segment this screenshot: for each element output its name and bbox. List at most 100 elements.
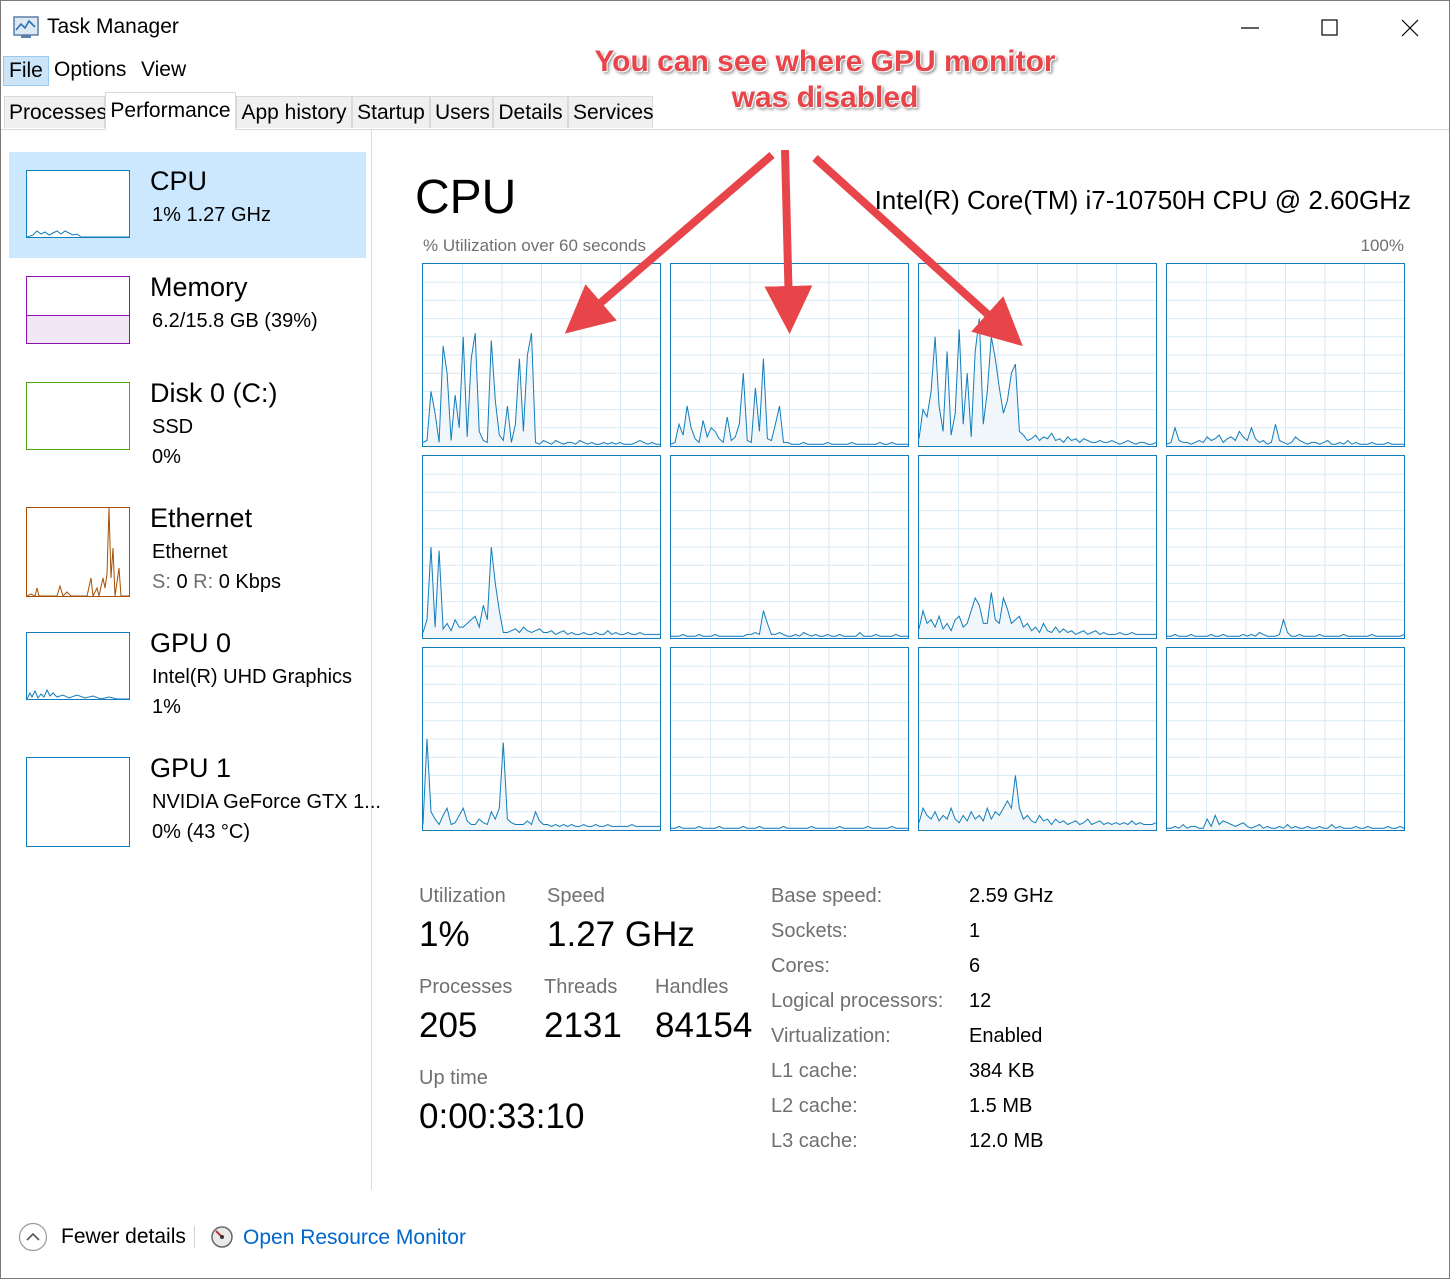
- spec-label: L3 cache:: [771, 1130, 858, 1152]
- annotation-line-2: was disabled: [731, 81, 919, 114]
- open-resource-monitor-link[interactable]: Open Resource Monitor: [243, 1226, 466, 1250]
- sidebar-item-disk[interactable]: Disk 0 (C:) SSD 0%: [9, 364, 366, 470]
- send-value: 0: [176, 571, 188, 593]
- maximize-icon: [1321, 19, 1338, 36]
- spec-label: Logical processors:: [771, 990, 944, 1012]
- tab-app-history[interactable]: App history: [236, 96, 352, 128]
- processes-value: 205: [419, 1006, 478, 1045]
- sidebar-item-ethernet[interactable]: Ethernet Ethernet S: 0 R: 0 Kbps: [9, 489, 366, 597]
- resource-sidebar: CPU 1% 1.27 GHz Memory 6.2/15.8 GB (39%)…: [1, 130, 381, 1190]
- sidebar-cpu-value: 1% 1.27 GHz: [152, 204, 271, 226]
- send-label: S:: [152, 571, 171, 593]
- handles-value: 84154: [655, 1006, 753, 1045]
- logical-processor-graph: [918, 455, 1157, 639]
- uptime-value: 0:00:33:10: [419, 1097, 585, 1136]
- tab-users[interactable]: Users: [430, 96, 493, 128]
- spec-value: 1: [969, 920, 981, 942]
- spec-label: L1 cache:: [771, 1060, 858, 1082]
- cpu-usage-line-chart: [1167, 648, 1404, 830]
- annotation-line-1: You can see where GPU monitor: [594, 45, 1056, 78]
- cpu-usage-line-chart: [671, 648, 908, 830]
- sidebar-ethernet-name: Ethernet: [152, 541, 228, 563]
- receive-value: 0 Kbps: [218, 571, 281, 593]
- logical-processor-graph: [422, 455, 661, 639]
- sidebar-gpu0-name: Intel(R) UHD Graphics: [152, 666, 353, 688]
- logical-processor-graph: [670, 455, 909, 639]
- tab-performance[interactable]: Performance: [105, 92, 236, 130]
- spec-value: 6: [969, 955, 981, 977]
- spec-value: 384 KB: [969, 1060, 1035, 1082]
- spec-label: Virtualization:: [771, 1025, 891, 1047]
- sidebar-gpu1-name: NVIDIA GeForce GTX 1...: [152, 791, 381, 813]
- cpu-usage-line-chart: [423, 264, 660, 446]
- sidebar-item-gpu1[interactable]: GPU 1 NVIDIA GeForce GTX 1... 0% (43 °C): [9, 739, 381, 847]
- tab-processes[interactable]: Processes: [4, 96, 107, 128]
- cpu-usage-line-chart: [1167, 456, 1404, 638]
- tab-details[interactable]: Details: [493, 96, 568, 128]
- sidebar-gpu0-value: 1%: [152, 696, 181, 718]
- spec-label: Sockets:: [771, 920, 848, 942]
- cpu-detail-panel: CPU Intel(R) Core(TM) i7-10750H CPU @ 2.…: [396, 130, 1426, 1190]
- sidebar-ethernet-title: Ethernet: [150, 503, 253, 533]
- spec-value: 2.59 GHz: [969, 885, 1054, 907]
- sidebar-memory-value: 6.2/15.8 GB (39%): [152, 310, 318, 332]
- spec-label: Cores:: [771, 955, 830, 977]
- spec-value: 1.5 MB: [969, 1095, 1033, 1117]
- sidebar-item-memory[interactable]: Memory 6.2/15.8 GB (39%): [9, 258, 366, 364]
- handles-label: Handles: [655, 976, 729, 998]
- footer-divider: [194, 1226, 195, 1248]
- minimize-icon: [1241, 27, 1259, 29]
- receive-label: R:: [193, 571, 214, 593]
- spec-value: 12: [969, 990, 992, 1012]
- chevron-up-icon[interactable]: [18, 1222, 48, 1252]
- menu-bar: File Options View: [1, 53, 401, 89]
- disk-thumbnail-graph: [26, 382, 130, 450]
- sidebar-gpu1-value: 0% (43 °C): [152, 821, 251, 843]
- close-icon: [1401, 19, 1419, 37]
- spec-value: Enabled: [969, 1025, 1043, 1047]
- logical-processor-graph: [1166, 263, 1405, 447]
- gpu1-thumbnail-graph: [26, 757, 130, 847]
- cpu-usage-line-chart: [919, 456, 1156, 638]
- close-button[interactable]: [1370, 1, 1449, 53]
- graph-max-label: 100%: [1360, 236, 1404, 255]
- fewer-details-button[interactable]: Fewer details: [61, 1225, 186, 1249]
- menu-view[interactable]: View: [141, 58, 186, 82]
- menu-file[interactable]: File: [3, 56, 49, 86]
- spec-label: Base speed:: [771, 885, 883, 907]
- cpu-usage-line-chart: [1167, 264, 1404, 446]
- resource-monitor-icon: [211, 1226, 233, 1248]
- page-title: CPU: [415, 171, 517, 224]
- memory-thumbnail-graph: [26, 276, 130, 344]
- threads-value: 2131: [544, 1006, 622, 1045]
- sidebar-item-cpu[interactable]: CPU 1% 1.27 GHz: [9, 152, 366, 258]
- logical-processor-graph: [918, 263, 1157, 447]
- logical-processor-graph: [918, 647, 1157, 831]
- logical-processor-graph: [1166, 455, 1405, 639]
- sidebar-item-gpu0[interactable]: GPU 0 Intel(R) UHD Graphics 1%: [9, 614, 366, 720]
- logical-processor-graph: [422, 263, 661, 447]
- annotation-callout: You can see where GPU monitor was disabl…: [560, 44, 1090, 116]
- menu-options[interactable]: Options: [54, 58, 126, 82]
- maximize-button[interactable]: [1290, 1, 1370, 53]
- logical-processor-graphs: [422, 263, 1405, 833]
- gpu0-thumbnail-graph: [26, 632, 130, 700]
- cpu-usage-line-chart: [919, 648, 1156, 830]
- graph-caption: % Utilization over 60 seconds: [423, 236, 647, 255]
- task-manager-window: Task Manager File Options View Processes…: [0, 0, 1450, 1279]
- sidebar-gpu1-title: GPU 1: [150, 753, 232, 783]
- minimize-button[interactable]: [1210, 1, 1290, 53]
- window-title: Task Manager: [47, 15, 179, 38]
- cpu-model-name: Intel(R) Core(TM) i7-10750H CPU @ 2.60GH…: [874, 185, 1411, 215]
- cpu-usage-line-chart: [671, 264, 908, 446]
- speed-value: 1.27 GHz: [547, 915, 695, 954]
- sidebar-disk-title: Disk 0 (C:): [150, 378, 278, 408]
- utilization-value: 1%: [419, 915, 470, 954]
- cpu-usage-line-chart: [919, 264, 1156, 446]
- sidebar-cpu-title: CPU: [150, 166, 208, 196]
- logical-processor-graph: [1166, 647, 1405, 831]
- cpu-usage-line-chart: [423, 456, 660, 638]
- ethernet-thumbnail-graph: [26, 507, 130, 597]
- footer-bar: Fewer details Open Resource Monitor: [1, 1196, 1449, 1278]
- tab-startup[interactable]: Startup: [352, 96, 430, 128]
